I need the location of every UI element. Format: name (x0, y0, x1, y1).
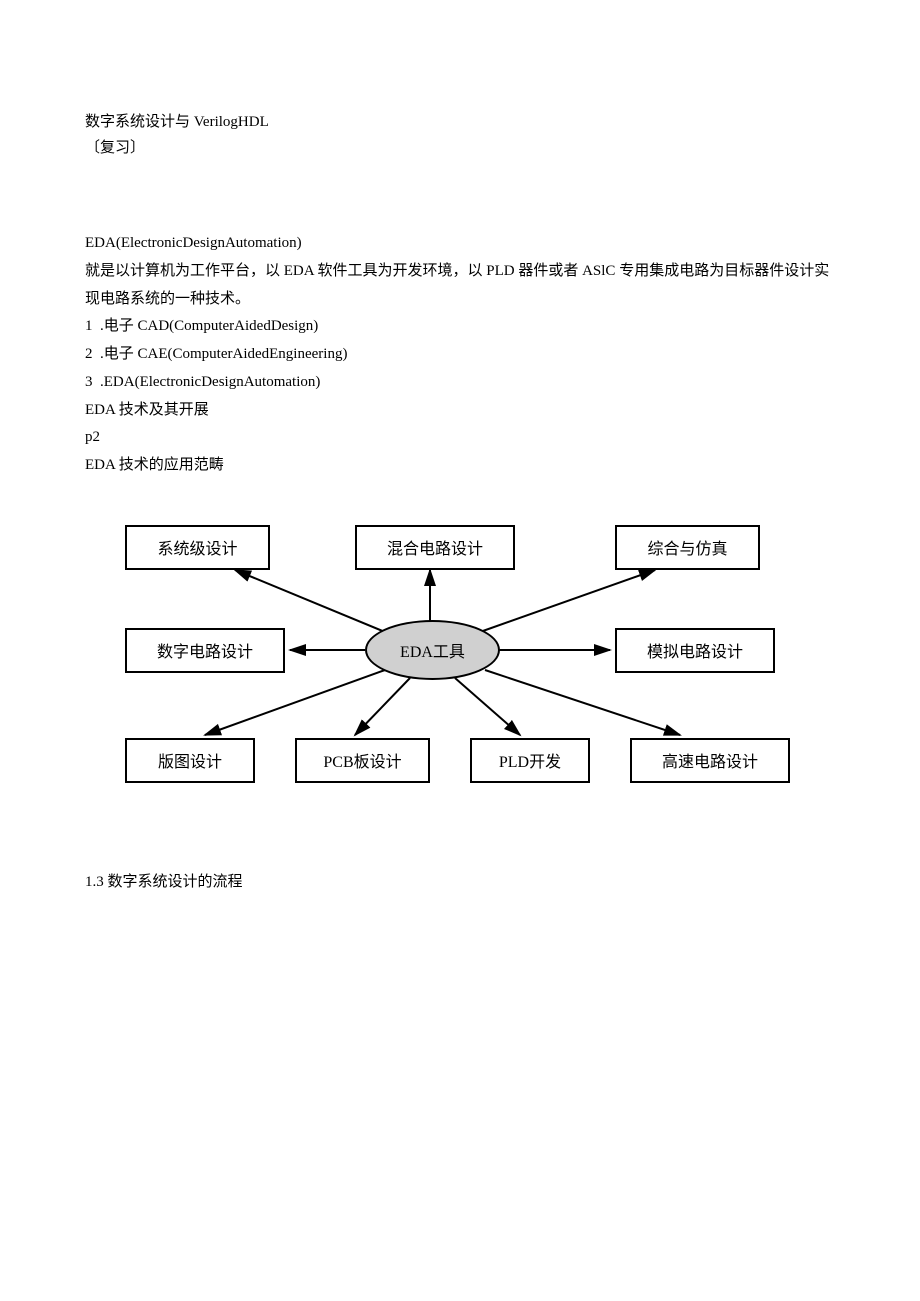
node-pld: PLD开发 (470, 738, 590, 783)
node-digital-circuit: 数字电路设计 (125, 628, 285, 673)
doc-subtitle: 〔复习〕 (85, 136, 835, 160)
list-text: .电子 CAD(ComputerAidedDesign) (100, 318, 318, 334)
eda-dev-line: EDA 技术及其开展 (85, 397, 835, 425)
list-num: 2 (85, 346, 93, 362)
eda-scope-line: EDA 技术的应用范畴 (85, 452, 835, 480)
node-center-eda-tool: EDA工具 (365, 620, 500, 680)
node-synth-sim: 综合与仿真 (615, 525, 760, 570)
node-system-design: 系统级设计 (125, 525, 270, 570)
p2-line: p2 (85, 424, 835, 452)
node-pcb: PCB板设计 (295, 738, 430, 783)
list-text: .电子 CAE(ComputerAidedEngineering) (100, 346, 347, 362)
list-num: 3 (85, 374, 93, 390)
list-item: 3 .EDA(ElectronicDesignAutomation) (85, 369, 835, 397)
list-item: 2 .电子 CAE(ComputerAidedEngineering) (85, 341, 835, 369)
node-mixed-circuit: 混合电路设计 (355, 525, 515, 570)
node-analog-circuit: 模拟电路设计 (615, 628, 775, 673)
doc-title: 数字系统设计与 VerilogHDL (85, 110, 835, 134)
list-num: 1 (85, 318, 93, 334)
eda-diagram: 系统级设计 混合电路设计 综合与仿真 数字电路设计 EDA工具 模拟电路设计 版… (100, 520, 850, 810)
node-highspeed: 高速电路设计 (630, 738, 790, 783)
list-text: .EDA(ElectronicDesignAutomation) (100, 374, 320, 390)
eda-definition: 就是以计算机为工作平台，以 EDA 软件工具为开发环境，以 PLD 器件或者 A… (85, 258, 835, 314)
list-item: 1 .电子 CAD(ComputerAidedDesign) (85, 313, 835, 341)
node-layout: 版图设计 (125, 738, 255, 783)
section-1-3-heading: 1.3 数字系统设计的流程 (85, 870, 835, 891)
eda-heading: EDA(ElectronicDesignAutomation) (85, 230, 835, 258)
